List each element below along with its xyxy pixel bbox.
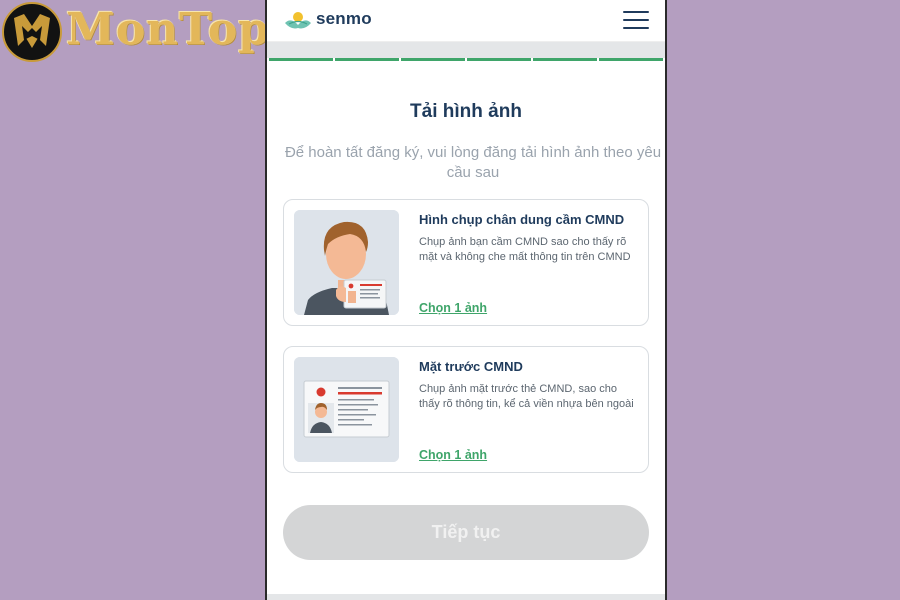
- card-title: Hình chụp chân dung cầm CMND: [419, 212, 625, 227]
- watermark-text: MonTop: [66, 4, 270, 55]
- progress-step: [533, 58, 597, 61]
- upload-card-portrait[interactable]: Hình chụp chân dung cầm CMND Chụp ảnh bạ…: [283, 199, 649, 326]
- app-header: senmo: [267, 0, 665, 42]
- card-description: Chụp ảnh bạn cầm CMND sao cho thấy rõ mặ…: [419, 236, 631, 263]
- page-subtitle: Để hoàn tất đăng ký, vui lòng đăng tải h…: [284, 144, 662, 181]
- watermark-logo: MonTop: [0, 0, 269, 64]
- card-text: Mặt trước CMND Chụp ảnh mặt trước thẻ CM…: [419, 359, 638, 412]
- progress-step: [335, 58, 399, 61]
- card-title: Mặt trước CMND: [419, 359, 523, 374]
- footer-band: [267, 594, 665, 600]
- header-divider: [267, 42, 665, 58]
- page-title: Tải hình ảnh: [410, 101, 522, 122]
- card-description: Chụp ảnh mặt trước thẻ CMND, sao cho thấ…: [419, 383, 634, 410]
- main-content: Tải hình ảnh Để hoàn tất đăng ký, vui lò…: [267, 101, 665, 560]
- progress-step: [467, 58, 531, 61]
- upload-card-id-front[interactable]: Mặt trước CMND Chụp ảnh mặt trước thẻ CM…: [283, 346, 649, 473]
- lotus-icon: [285, 12, 311, 29]
- continue-button[interactable]: Tiếp tục: [283, 505, 649, 560]
- id-card-front-illustration: [294, 357, 399, 462]
- progress-step: [269, 58, 333, 61]
- brand-name[interactable]: senmo: [316, 9, 372, 29]
- person-holding-id-illustration: [294, 210, 399, 315]
- choose-photo-link[interactable]: Chọn 1 ảnh: [419, 301, 487, 315]
- hamburger-menu-icon[interactable]: [623, 11, 649, 31]
- progress-step: [401, 58, 465, 61]
- montop-logo-icon: [2, 2, 62, 62]
- choose-photo-link[interactable]: Chọn 1 ảnh: [419, 448, 487, 462]
- progress-step: [599, 58, 663, 61]
- progress-bar: [269, 58, 663, 61]
- phone-frame: senmo Tải hình ảnh Để hoàn tất đăng ký, …: [265, 0, 667, 600]
- card-text: Hình chụp chân dung cầm CMND Chụp ảnh bạ…: [419, 212, 638, 265]
